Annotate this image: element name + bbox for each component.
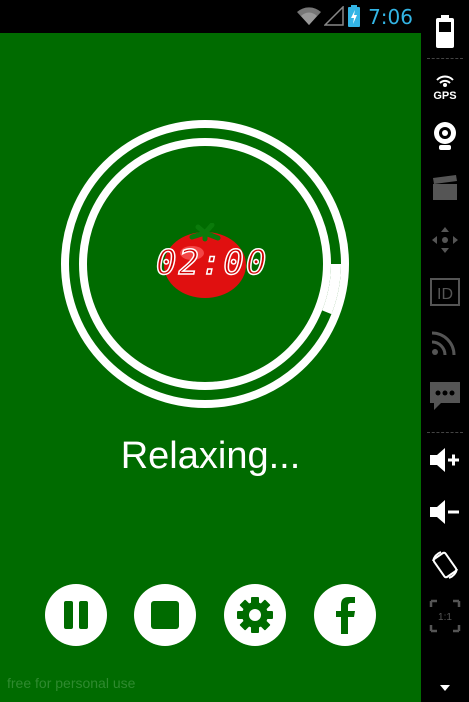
cast-icon [431,331,456,356]
pause-button[interactable] [45,584,107,646]
volume-down-icon [430,500,459,524]
timer-display: 02:00 [155,242,269,284]
pause-icon [64,601,88,629]
status-text: Relaxing... [120,435,301,477]
chevron-down-icon [440,685,450,691]
stop-icon [151,601,179,629]
wifi-icon [296,6,322,30]
signal-icon [323,5,344,30]
battery-button[interactable] [421,8,469,56]
facebook-button[interactable] [314,584,376,646]
volume-up-icon [430,448,459,472]
battery-icon [436,15,454,48]
gps-icon: GPS [433,75,457,101]
scale-icon: 1:1 [429,599,461,633]
stop-button[interactable] [134,584,196,646]
gps-button[interactable]: GPS [421,62,469,110]
volume-up-button[interactable] [421,436,469,484]
id-button[interactable]: ID [421,268,469,316]
clapperboard-icon [433,175,457,200]
scale-button[interactable]: 1:1 [421,592,469,640]
facebook-icon [336,597,355,634]
sms-button[interactable] [421,372,469,420]
sidebar-more-button[interactable] [421,676,469,700]
status-clock: 7:06 [368,5,413,29]
cast-button[interactable] [421,318,469,366]
rotate-button[interactable] [421,541,469,589]
id-label: ID [437,286,453,303]
credit-text: free for personal use [7,675,136,691]
gear-icon [237,597,273,633]
webcam-icon [434,122,456,150]
dpad-button[interactable] [421,216,469,264]
status-bar: 7:06 [0,0,421,33]
settings-button[interactable] [224,584,286,646]
app-screen: 02:00 Relaxing... free for personal use [0,33,421,702]
emulator-sidebar: GPS ID 1:1 [421,0,469,702]
rotate-icon [432,551,458,579]
gps-label: GPS [433,90,456,101]
camera-button[interactable] [421,112,469,160]
dpad-icon [432,227,458,253]
screenrecord-button[interactable] [421,164,469,212]
message-icon [430,382,460,410]
scale-label: 1:1 [438,612,452,623]
battery-charging-icon [348,5,360,31]
id-icon: ID [430,278,460,306]
volume-down-button[interactable] [421,488,469,536]
